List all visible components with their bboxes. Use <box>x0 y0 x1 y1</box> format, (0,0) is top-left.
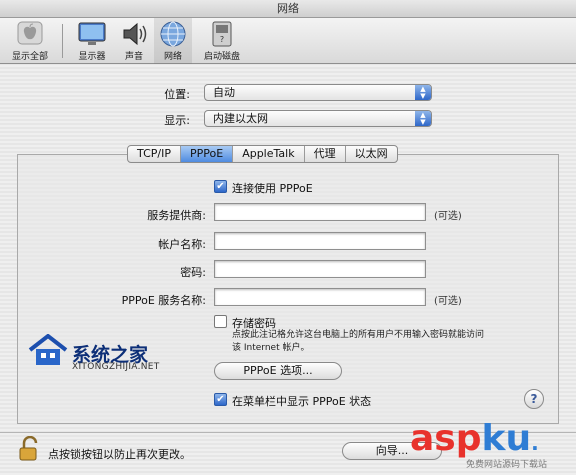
network-preferences-window: 网络 显示全部 显示器 声音 网络 ? 启动磁盘 位置: 自动 ▲ ▼ 显示: … <box>0 0 576 475</box>
tab-appletalk[interactable]: AppleTalk <box>233 146 305 162</box>
location-label: 位置: <box>164 88 190 101</box>
save-password-note-line1: 点按此注记格允许这台电脑上的所有用户不用输入密码就能访问 <box>232 330 485 340</box>
watermark-ku-text: ku <box>481 418 532 459</box>
watermark-en-text: XITONGZHIJIA.NET <box>72 362 160 372</box>
toolbar-sound[interactable]: 声音 <box>116 18 152 64</box>
display-icon <box>78 22 106 45</box>
save-password-checkbox[interactable] <box>214 315 227 328</box>
provider-label: 服务提供商: <box>147 209 206 222</box>
tab-ethernet[interactable]: 以太网 <box>346 146 397 162</box>
watermark-aspku: aspku. 免费网站源码下载站 <box>410 418 547 470</box>
svg-text:?: ? <box>220 35 224 44</box>
window-title: 网络 <box>0 0 576 18</box>
password-input[interactable] <box>214 260 426 278</box>
toolbar-label: 显示器 <box>78 52 106 62</box>
tab-proxy[interactable]: 代理 <box>305 146 346 162</box>
tab-bar: TCP/IP PPPoE AppleTalk 代理 以太网 <box>127 145 398 163</box>
disk-icon: ? <box>212 21 232 47</box>
show-label: 显示: <box>164 114 190 127</box>
save-password-note-line2: 该 Internet 帐户。 <box>232 343 310 353</box>
tab-tcpip[interactable]: TCP/IP <box>128 146 181 162</box>
watermark-asp-text: asp <box>410 418 482 459</box>
service-name-optional: (可选) <box>434 296 462 307</box>
connect-pppoe-label: 连接使用 PPPoE <box>232 182 313 195</box>
apple-icon <box>17 21 43 45</box>
network-globe-icon <box>160 21 186 47</box>
location-value: 自动 <box>213 86 235 99</box>
speaker-icon <box>123 22 147 46</box>
provider-input[interactable] <box>214 203 426 221</box>
connect-pppoe-checkbox[interactable]: ✔ <box>214 180 227 193</box>
toolbar-label: 网络 <box>163 52 182 62</box>
pppoe-options-button[interactable]: PPPoE 选项... <box>214 362 342 380</box>
watermark-sub-text: 免费网站源码下载站 <box>466 460 548 470</box>
lock-hint: 点按锁按钮以防止再次更改。 <box>48 448 191 461</box>
account-input[interactable] <box>214 232 426 250</box>
toolbar-label: 显示全部 <box>11 52 48 62</box>
popup-arrows-icon: ▲ ▼ <box>415 111 431 126</box>
show-value: 内建以太网 <box>213 112 268 125</box>
show-status-label: 在菜单栏中显示 PPPoE 状态 <box>232 395 372 408</box>
account-label: 帐户名称: <box>158 238 206 251</box>
help-button[interactable]: ? <box>524 389 544 409</box>
toolbar-startup-disk[interactable]: ? 启动磁盘 <box>194 18 250 64</box>
toolbar-label: 声音 <box>124 52 143 62</box>
provider-optional: (可选) <box>434 211 462 222</box>
toolbar-label: 启动磁盘 <box>203 52 240 62</box>
service-name-input[interactable] <box>214 288 426 306</box>
toolbar-network[interactable]: 网络 <box>154 18 192 64</box>
toolbar-display[interactable]: 显示器 <box>68 18 116 64</box>
popup-arrows-icon: ▲ ▼ <box>415 85 431 100</box>
watermark-dot-icon: . <box>531 431 539 455</box>
show-popup[interactable]: 内建以太网 ▲ ▼ <box>204 110 432 127</box>
show-status-checkbox[interactable]: ✔ <box>214 393 227 406</box>
toolbar-show-all[interactable]: 显示全部 <box>2 18 58 64</box>
tab-pppoe[interactable]: PPPoE <box>180 146 234 162</box>
house-logo-icon <box>28 334 68 365</box>
toolbar: 显示全部 显示器 声音 网络 ? 启动磁盘 <box>0 18 576 64</box>
location-popup[interactable]: 自动 ▲ ▼ <box>204 84 432 101</box>
password-label: 密码: <box>180 266 206 279</box>
lock-icon[interactable] <box>18 436 42 462</box>
toolbar-separator <box>62 24 63 58</box>
service-name-label: PPPoE 服务名称: <box>121 294 206 307</box>
